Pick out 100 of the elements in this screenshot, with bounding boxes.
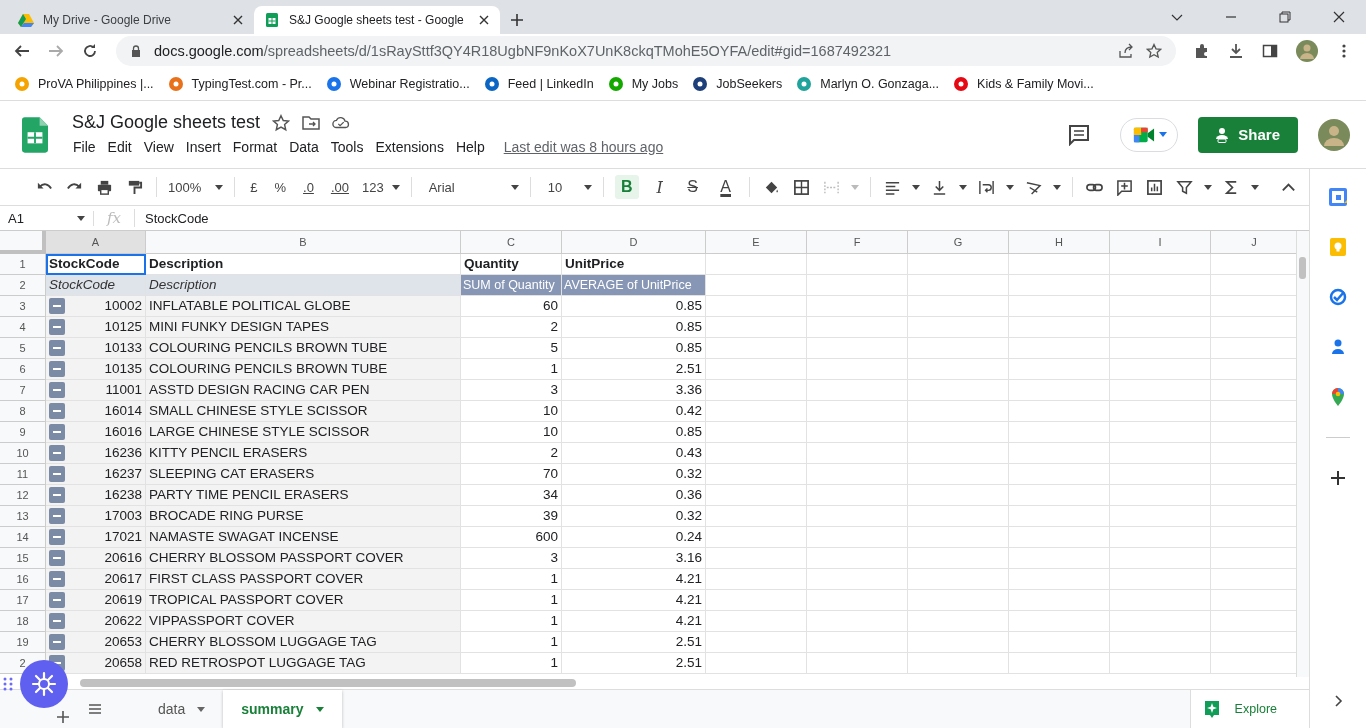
column-header[interactable]: C <box>461 231 562 254</box>
drag-handle-icon[interactable] <box>3 677 13 691</box>
menu-item[interactable]: Tools <box>325 137 369 157</box>
currency-button[interactable]: £ <box>246 179 262 195</box>
bold-button[interactable]: B <box>614 175 639 199</box>
calendar-icon[interactable] <box>1328 187 1348 207</box>
bookmark[interactable]: Webinar Registratio... <box>325 76 470 92</box>
collapse-button[interactable] <box>49 508 65 524</box>
font-size-select[interactable]: 10 <box>547 179 592 195</box>
collapse-button[interactable] <box>49 424 65 440</box>
collapse-button[interactable] <box>49 466 65 482</box>
collapse-button[interactable] <box>49 487 65 503</box>
side-panel-icon[interactable] <box>1262 43 1278 59</box>
column-header[interactable]: H <box>1009 231 1110 254</box>
name-box[interactable]: A1 <box>0 210 94 226</box>
row-number[interactable]: 6 <box>19 359 26 379</box>
close-icon[interactable] <box>478 14 490 26</box>
collapse-button[interactable] <box>49 298 65 314</box>
menu-item[interactable]: Extensions <box>370 137 449 157</box>
last-edit-link[interactable]: Last edit was 8 hours ago <box>503 139 664 155</box>
browser-tab[interactable]: S&J Google sheets test - Google <box>254 6 500 34</box>
increase-decimal-button[interactable]: .00 <box>326 179 353 195</box>
row-number[interactable]: 3 <box>19 296 26 316</box>
row-number[interactable]: 2 <box>19 275 26 295</box>
number-format-select[interactable]: 123 <box>361 179 400 195</box>
bookmark[interactable]: Marlyn O. Gonzaga... <box>796 76 940 92</box>
star-icon[interactable] <box>272 113 291 132</box>
folder-icon[interactable] <box>302 113 321 132</box>
menu-item[interactable]: Format <box>227 137 283 157</box>
collapse-button[interactable] <box>49 361 65 377</box>
menu-item[interactable]: View <box>138 137 179 157</box>
collapse-button[interactable] <box>49 340 65 356</box>
column-header[interactable]: A <box>46 231 146 254</box>
plus-icon[interactable] <box>1328 468 1348 488</box>
column-header[interactable]: J <box>1211 231 1296 254</box>
address-bar[interactable]: docs.google.com/spreadsheets/d/1sRaySttf3QY4R18UgbNF9nKoX7UnK8ckqTMohE5OYFA/edit#gid=1687492321 <box>116 36 1176 66</box>
row-number[interactable]: 1 <box>19 254 26 274</box>
color-button[interactable]: A <box>713 175 738 199</box>
share-icon[interactable] <box>1118 43 1134 59</box>
check-circle-icon[interactable] <box>1328 287 1348 307</box>
sheet-tab[interactable]: summary <box>223 690 342 728</box>
menu-item[interactable]: Help <box>450 137 490 157</box>
bookmark[interactable]: Kids & Family Movi... <box>953 76 1094 92</box>
new-tab-icon[interactable] <box>510 13 524 27</box>
collapse-button[interactable] <box>49 445 65 461</box>
restore-icon[interactable] <box>1279 11 1291 23</box>
italic-button[interactable]: I <box>647 175 672 199</box>
share-button[interactable]: Share <box>1198 116 1298 153</box>
explore-button[interactable]: Explore <box>1189 690 1309 728</box>
collapse-button[interactable] <box>49 319 65 335</box>
menu-item[interactable]: Data <box>284 137 324 157</box>
back-arrow-icon[interactable] <box>14 43 30 59</box>
collapse-button[interactable] <box>49 403 65 419</box>
reload-icon[interactable] <box>82 43 98 59</box>
percent-button[interactable]: % <box>270 179 291 195</box>
row-number[interactable]: 4 <box>19 317 26 337</box>
row-number[interactable]: 8 <box>19 401 26 421</box>
zoom-select[interactable]: 100% <box>168 179 224 195</box>
column-header[interactable]: D <box>562 231 706 254</box>
close-icon[interactable] <box>1333 11 1345 23</box>
menu-item[interactable]: Insert <box>180 137 226 157</box>
row-number[interactable]: 7 <box>19 380 26 400</box>
collapse-button[interactable] <box>49 529 65 545</box>
add-sheet-icon[interactable] <box>56 710 70 724</box>
collapse-button[interactable] <box>49 634 65 650</box>
download-icon[interactable] <box>1228 43 1244 59</box>
star-icon[interactable] <box>1146 43 1162 59</box>
bookmark[interactable]: My Jobs <box>607 76 679 92</box>
row-number[interactable]: 5 <box>19 338 26 358</box>
bookmark[interactable]: TypingTest.com - Pr... <box>167 76 312 92</box>
bookmark[interactable]: ProVA Philippines |... <box>14 76 154 92</box>
column-header[interactable]: E <box>706 231 807 254</box>
collapse-button[interactable] <box>49 550 65 566</box>
horizontal-scrollbar[interactable] <box>80 679 576 687</box>
column-header[interactable]: B <box>146 231 461 254</box>
collapse-button[interactable] <box>49 571 65 587</box>
puzzle-icon[interactable] <box>1194 43 1210 59</box>
collapse-button[interactable] <box>49 382 65 398</box>
menu-item[interactable]: Edit <box>102 137 137 157</box>
sheet-tab[interactable]: data <box>140 690 224 728</box>
sheet-list-icon[interactable] <box>88 702 102 716</box>
bookmark[interactable]: Feed | LinkedIn <box>483 76 594 92</box>
column-header[interactable]: G <box>908 231 1009 254</box>
menu-item[interactable]: File <box>68 137 101 157</box>
browser-tab[interactable]: My Drive - Google Drive <box>8 6 254 34</box>
sheets-logo-icon[interactable] <box>22 116 48 153</box>
collapse-button[interactable] <box>49 613 65 629</box>
decrease-decimal-button[interactable]: .0 <box>299 179 318 195</box>
column-header[interactable]: I <box>1110 231 1211 254</box>
vertical-scrollbar[interactable] <box>1296 231 1309 677</box>
avatar-icon[interactable] <box>1296 40 1318 62</box>
avatar-icon[interactable] <box>1318 118 1350 151</box>
row-number[interactable]: 9 <box>19 422 26 442</box>
collapse-button[interactable] <box>49 592 65 608</box>
strike-button[interactable]: S <box>680 175 705 199</box>
document-title[interactable]: S&J Google sheets test <box>72 112 261 133</box>
column-header[interactable]: F <box>807 231 908 254</box>
font-select[interactable]: Arial <box>428 179 519 195</box>
bookmark[interactable]: JobSeekers <box>692 76 783 92</box>
close-icon[interactable] <box>232 14 244 26</box>
